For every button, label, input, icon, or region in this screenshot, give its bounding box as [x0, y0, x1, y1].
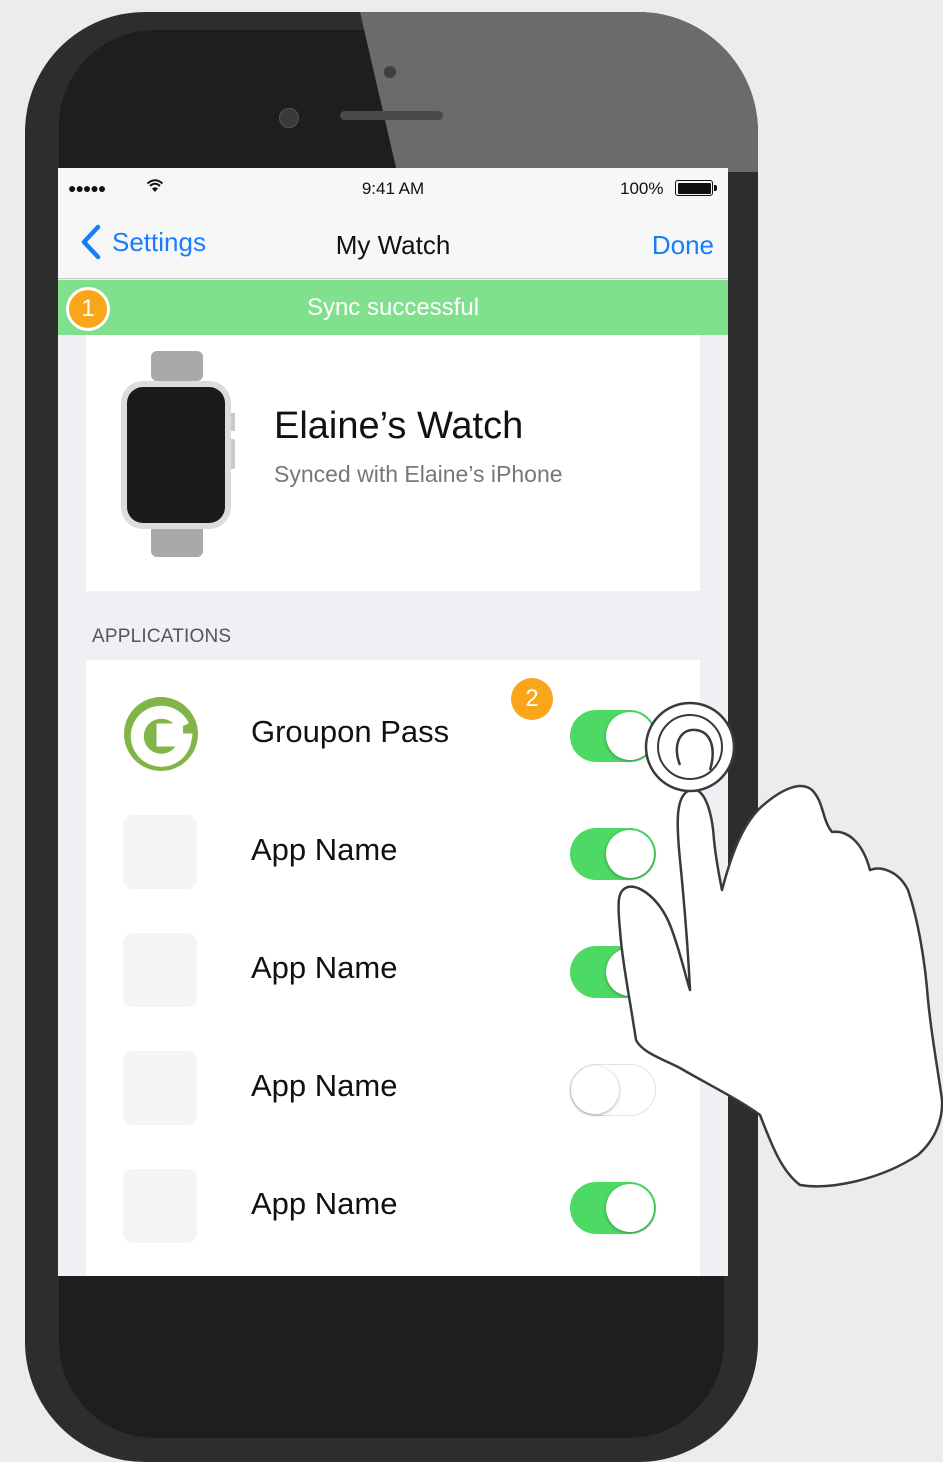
sync-banner: Sync successful — [58, 280, 728, 335]
app-toggle[interactable] — [570, 1182, 656, 1234]
app-name: App Name — [251, 950, 398, 985]
applications-list: Groupon Pass App Name App Name App Name — [86, 660, 700, 1276]
app-placeholder-icon — [123, 815, 197, 889]
toggle-knob — [606, 712, 654, 760]
app-toggle[interactable] — [570, 1064, 656, 1116]
app-toggle[interactable] — [570, 828, 656, 880]
app-name: App Name — [251, 1068, 398, 1103]
toggle-knob — [606, 948, 654, 996]
app-row-groupon-pass: Groupon Pass — [86, 660, 700, 778]
app-placeholder-icon — [123, 933, 197, 1007]
battery-icon — [675, 180, 717, 196]
app-name: App Name — [251, 1186, 398, 1221]
status-bar: ●●●●● 9:41 AM 100% — [58, 168, 728, 212]
toggle-knob — [606, 1184, 654, 1232]
app-placeholder-icon — [123, 1051, 197, 1125]
battery-percent: 100% — [620, 179, 664, 198]
navigation-bar: Settings My Watch Done — [58, 212, 728, 279]
watch-card: Elaine’s Watch Synced with Elaine’s iPho… — [86, 335, 700, 591]
stage: ●●●●● 9:41 AM 100% Settings My Watch Don… — [0, 0, 943, 1462]
step-badge-2: 2 — [511, 678, 553, 720]
front-camera — [279, 108, 299, 128]
proximity-sensor — [384, 66, 396, 78]
watch-sync-status: Synced with Elaine’s iPhone — [274, 461, 563, 487]
app-row: App Name — [86, 896, 700, 1014]
toggle-knob — [571, 1066, 619, 1114]
phone-screen: ●●●●● 9:41 AM 100% Settings My Watch Don… — [58, 168, 728, 1276]
app-name: Groupon Pass — [251, 714, 450, 749]
app-placeholder-icon — [123, 1169, 197, 1243]
page-title: My Watch — [335, 230, 451, 260]
app-row: App Name — [86, 1014, 700, 1132]
app-name: App Name — [251, 832, 398, 867]
earpiece-speaker — [340, 111, 443, 120]
app-row: App Name — [86, 1132, 700, 1250]
done-button[interactable]: Done — [652, 230, 714, 261]
step-badge-1: 1 — [66, 287, 110, 331]
app-toggle[interactable] — [570, 946, 656, 998]
applications-header: APPLICATIONS — [92, 626, 232, 647]
toggle-knob — [606, 830, 654, 878]
watch-name: Elaine’s Watch — [274, 405, 524, 447]
app-toggle[interactable] — [570, 710, 656, 762]
app-row: App Name — [86, 778, 700, 896]
watch-icon — [121, 351, 235, 557]
groupon-logo-icon — [124, 697, 198, 771]
